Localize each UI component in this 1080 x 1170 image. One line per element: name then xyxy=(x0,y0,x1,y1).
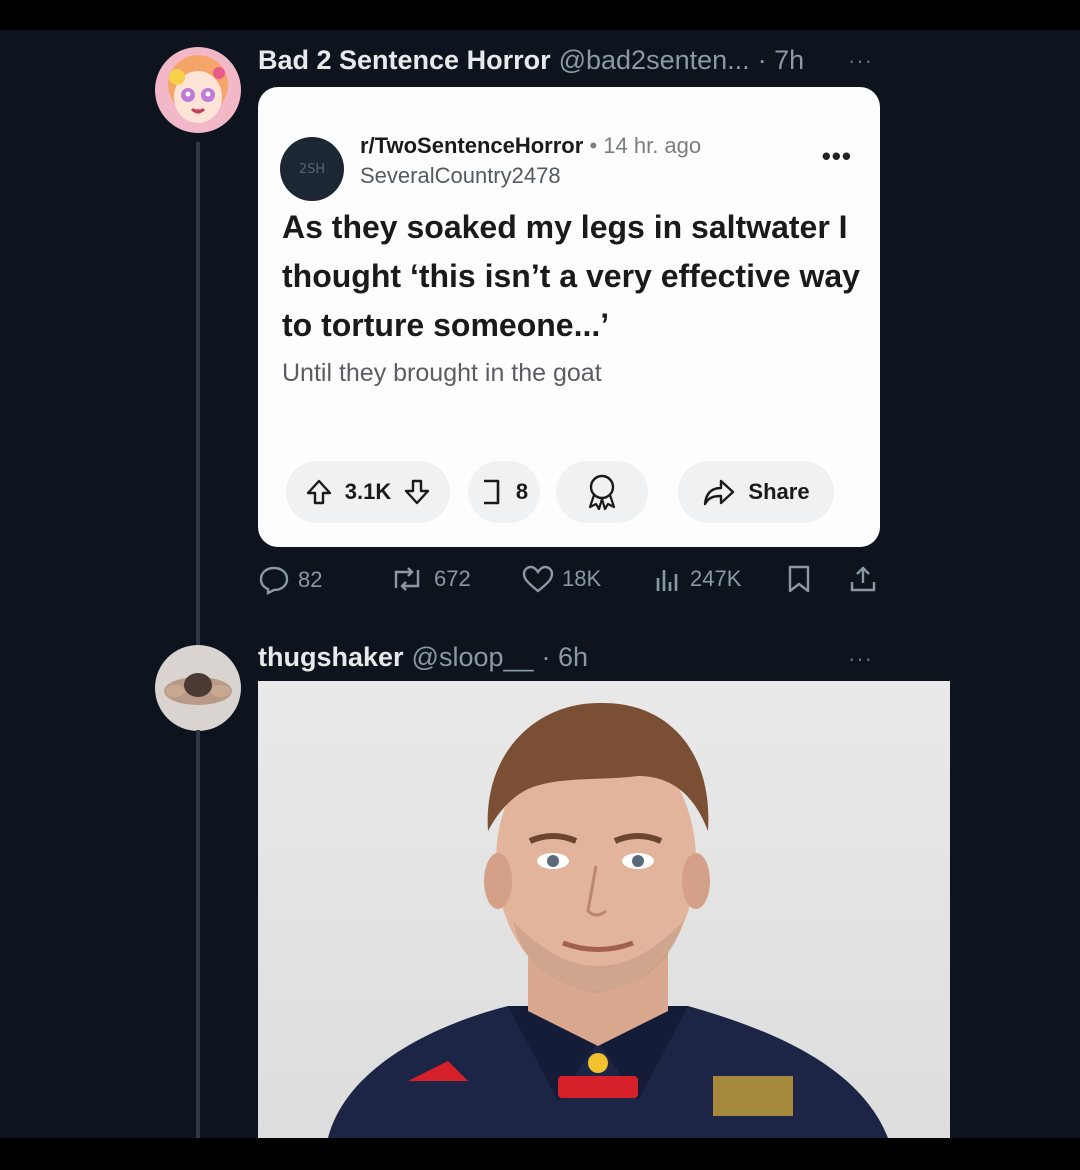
views-chart-icon xyxy=(656,570,678,591)
post1-avatar[interactable] xyxy=(155,47,241,133)
anime-avatar-image xyxy=(155,47,241,133)
post1-time[interactable]: · 7h xyxy=(758,45,805,76)
thread-connector-2 xyxy=(196,730,200,1138)
post1-author-name[interactable]: Bad 2 Sentence Horror xyxy=(258,45,551,76)
subreddit-icon: 2SH xyxy=(280,137,344,201)
post2-image[interactable] xyxy=(258,681,950,1138)
post1-handle[interactable]: @bad2senten... xyxy=(559,45,750,76)
post2-author-name[interactable]: thugshaker xyxy=(258,642,404,673)
reply-count: 82 xyxy=(298,567,323,592)
post1-more-button[interactable]: ··· xyxy=(848,48,873,74)
profile-photo-image xyxy=(155,645,241,731)
post-age: 14 hr. ago xyxy=(603,133,702,158)
like-count: 18K xyxy=(562,566,602,591)
post2-handle[interactable]: @sloop__ xyxy=(412,642,534,673)
reddit-post-title: As they soaked my legs in saltwater I th… xyxy=(282,209,860,343)
post2-avatar[interactable] xyxy=(155,645,241,731)
comment-icon xyxy=(483,479,500,505)
post1-header: Bad 2 Sentence Horror @bad2senten... · 7… xyxy=(258,45,804,76)
like-button[interactable]: 18K xyxy=(522,564,601,594)
separator-dot: • xyxy=(589,133,598,158)
repost-icon xyxy=(394,567,420,591)
post2-more-button[interactable]: ··· xyxy=(848,646,873,672)
reddit-username: SeveralCountry2478 xyxy=(360,163,561,188)
share-label: Share xyxy=(748,479,810,504)
view-count: 247K xyxy=(690,566,742,591)
repost-button[interactable]: 672 xyxy=(388,564,471,594)
upvote-icon xyxy=(306,479,331,505)
reply-icon xyxy=(259,566,289,595)
reddit-post-card[interactable]: 2SH r/TwoSentenceHorror • 14 hr. ago Sev… xyxy=(258,87,880,547)
share-arrow-icon xyxy=(704,479,735,506)
share-pill: Share xyxy=(678,461,834,523)
bookmark-icon xyxy=(788,565,810,593)
card-more-icon: ••• xyxy=(821,141,852,171)
thread-connector xyxy=(196,142,200,662)
share-icon xyxy=(850,566,876,592)
vote-pill: 3.1K xyxy=(286,461,450,523)
post1-action-bar: 82 672 18K 247K xyxy=(258,564,880,604)
bookmark-button[interactable] xyxy=(786,564,812,594)
views-button[interactable]: 247K xyxy=(654,564,741,594)
upvote-count: 3.1K xyxy=(344,479,392,504)
comments-pill: 8 xyxy=(468,461,540,523)
downvote-icon xyxy=(405,479,430,505)
reddit-post-body: Until they brought in the goat xyxy=(282,359,602,387)
timeline: Bad 2 Sentence Horror @bad2senten... · 7… xyxy=(0,30,1080,1138)
post2-header: thugshaker @sloop__ · 6h xyxy=(258,642,588,673)
subreddit-name: r/TwoSentenceHorror xyxy=(360,133,584,158)
post2-time[interactable]: · 6h xyxy=(542,642,589,673)
driver-portrait-image xyxy=(328,702,888,1138)
share-button[interactable] xyxy=(848,564,878,594)
award-icon xyxy=(588,474,616,511)
reply-button[interactable]: 82 xyxy=(258,564,322,596)
comment-count: 8 xyxy=(515,479,529,504)
award-pill xyxy=(556,461,648,523)
heart-icon xyxy=(522,565,554,593)
repost-count: 672 xyxy=(434,566,471,591)
subreddit-line: r/TwoSentenceHorror • 14 hr. ago xyxy=(360,133,701,159)
